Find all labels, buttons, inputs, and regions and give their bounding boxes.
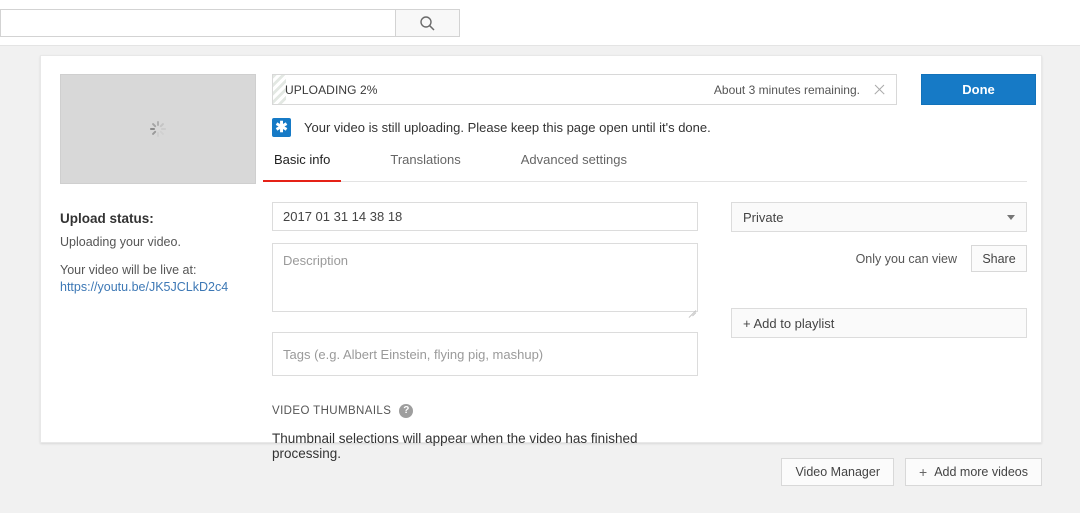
search-icon xyxy=(419,15,436,32)
top-bar xyxy=(0,0,1080,46)
share-button[interactable]: Share xyxy=(971,245,1027,272)
video-manager-label: Video Manager xyxy=(795,465,880,479)
video-tags-input[interactable] xyxy=(272,332,698,376)
video-thumbnails-header: VIDEO THUMBNAILS ? xyxy=(272,404,698,418)
plus-icon: + xyxy=(919,464,928,480)
close-icon[interactable] xyxy=(873,83,886,96)
visibility-note: Only you can view xyxy=(855,251,957,266)
add-to-playlist-button[interactable]: + Add to playlist xyxy=(731,308,1027,338)
upload-status-text: Uploading your video. xyxy=(60,235,181,249)
add-more-videos-label: Add more videos xyxy=(934,465,1028,479)
upload-card: Upload status: Uploading your video. You… xyxy=(40,55,1042,461)
form-right-column: Private Only you can view Share + Add to… xyxy=(731,202,1027,461)
privacy-select-value: Private xyxy=(743,209,784,225)
help-icon[interactable]: ? xyxy=(399,404,414,418)
loading-spinner-icon xyxy=(150,121,166,137)
share-row: Only you can view Share xyxy=(731,245,1027,272)
description-wrapper xyxy=(272,231,698,315)
upload-progress-bar: UPLOADING 2% About 3 minutes remaining. xyxy=(272,74,897,105)
upload-progress-row: UPLOADING 2% About 3 minutes remaining. … xyxy=(272,74,1036,105)
add-more-videos-button[interactable]: + Add more videos xyxy=(905,458,1042,486)
form-left-column: VIDEO THUMBNAILS ? Thumbnail selections … xyxy=(272,202,698,461)
video-thumbnails-message: Thumbnail selections will appear when th… xyxy=(272,431,638,461)
upload-notice-text: Your video is still uploading. Please ke… xyxy=(304,120,711,135)
tab-basic-info[interactable]: Basic info xyxy=(262,152,342,182)
search-input[interactable] xyxy=(0,9,395,37)
video-thumbnails-section: VIDEO THUMBNAILS ? Thumbnail selections … xyxy=(272,404,698,461)
search-button[interactable] xyxy=(395,9,460,37)
upload-notice: ✱ Your video is still uploading. Please … xyxy=(272,118,1027,137)
video-manager-button[interactable]: Video Manager xyxy=(781,458,894,486)
video-url-link[interactable]: https://youtu.be/JK5JCLkD2c4 xyxy=(60,280,258,294)
upload-progress-label: UPLOADING 2% xyxy=(285,82,378,97)
video-description-input[interactable] xyxy=(272,243,698,312)
upload-progress-meta: About 3 minutes remaining. xyxy=(714,83,896,97)
video-title-input[interactable] xyxy=(272,202,698,231)
search-bar xyxy=(0,9,460,37)
time-remaining-label: About 3 minutes remaining. xyxy=(713,82,860,97)
chevron-down-icon xyxy=(1007,214,1015,220)
video-thumbnail-placeholder xyxy=(60,74,256,184)
form-columns: VIDEO THUMBNAILS ? Thumbnail selections … xyxy=(272,202,1027,461)
form-tabs: Basic info Translations Advanced setting… xyxy=(262,152,1027,182)
upload-status-title: Upload status: xyxy=(60,211,154,226)
done-button[interactable]: Done xyxy=(921,74,1036,105)
tab-advanced-settings[interactable]: Advanced settings xyxy=(519,152,629,181)
live-at-label: Your video will be live at: xyxy=(60,263,197,277)
upload-form-panel: UPLOADING 2% About 3 minutes remaining. … xyxy=(262,74,1036,461)
add-to-playlist-label: + Add to playlist xyxy=(743,315,835,331)
footer-actions: Video Manager + Add more videos xyxy=(40,458,1042,486)
privacy-select[interactable]: Private xyxy=(731,202,1027,232)
video-thumbnails-title: VIDEO THUMBNAILS xyxy=(272,405,392,417)
tab-translations[interactable]: Translations xyxy=(388,152,462,181)
upload-status-panel: Upload status: Uploading your video. You… xyxy=(60,74,258,294)
asterisk-icon: ✱ xyxy=(272,118,291,137)
